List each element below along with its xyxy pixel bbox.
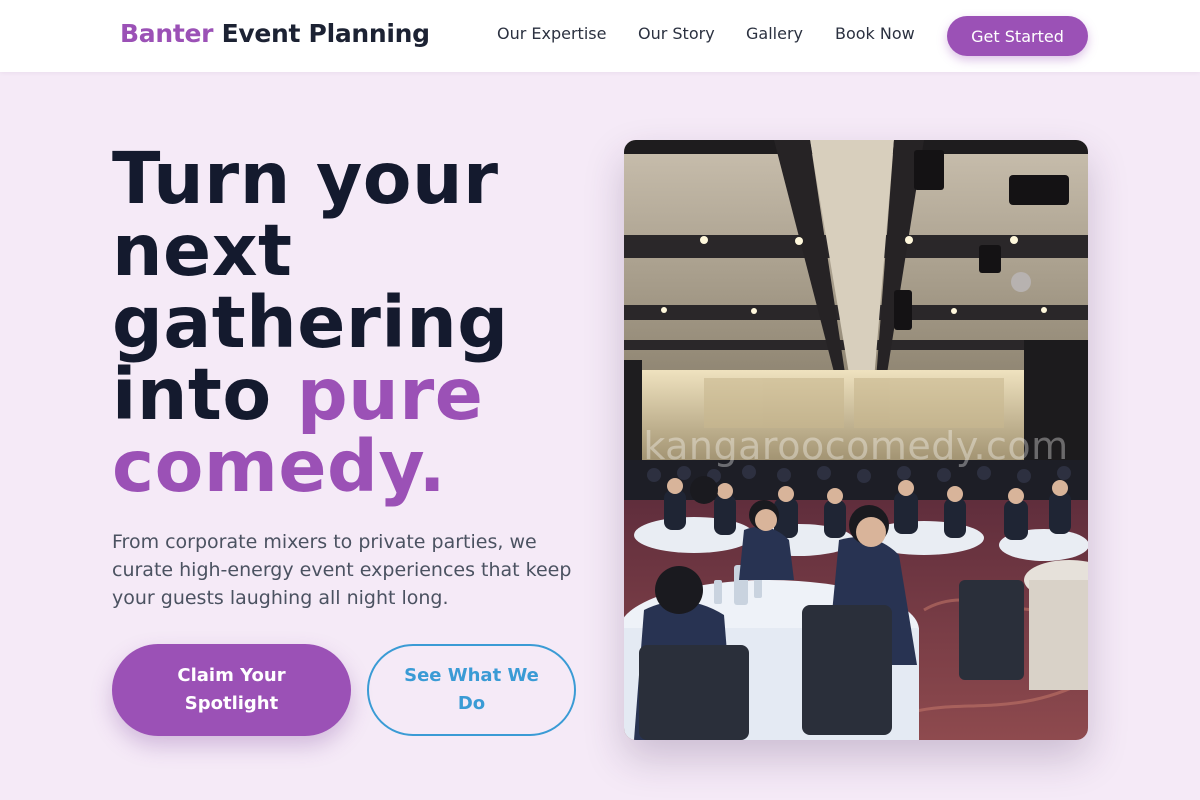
nav-link-book-now[interactable]: Book Now — [835, 24, 915, 46]
see-what-we-do-button[interactable]: See What We Do — [367, 644, 576, 736]
hero-event-photo: kangaroocomedy.com — [624, 140, 1088, 740]
brand-logo[interactable]: Banter Event Planning — [120, 19, 430, 48]
nav-link-expertise[interactable]: Our Expertise — [497, 24, 606, 46]
hero-subtext: From corporate mixers to private parties… — [112, 531, 572, 609]
hero-headline: Turn your next gathering into pure comed… — [112, 143, 582, 503]
get-started-button[interactable]: Get Started — [947, 16, 1088, 56]
brand-accent: Banter — [120, 19, 214, 48]
image-watermark: kangaroocomedy.com — [643, 424, 1069, 468]
site-header: Banter Event Planning Our Expertise Our … — [0, 0, 1200, 72]
claim-spotlight-button[interactable]: Claim Your Spotlight — [112, 644, 351, 736]
brand-name: Event Planning — [221, 19, 431, 48]
nav-link-gallery[interactable]: Gallery — [746, 24, 803, 46]
nav-link-story[interactable]: Our Story — [638, 24, 715, 46]
